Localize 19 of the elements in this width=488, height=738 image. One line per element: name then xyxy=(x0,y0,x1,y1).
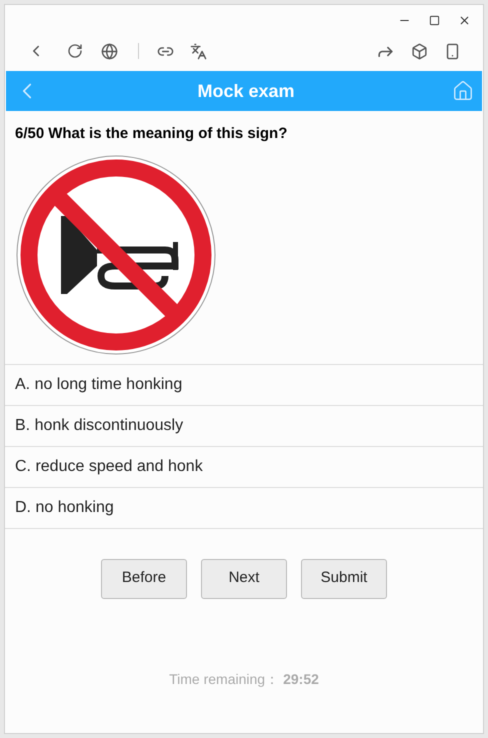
answer-option[interactable]: B. honk discontinuously xyxy=(5,406,483,446)
answer-option[interactable]: C. reduce speed and honk xyxy=(5,446,483,488)
nav-button[interactable]: Next xyxy=(201,558,287,598)
nav-button[interactable]: Submit xyxy=(301,558,387,598)
answer-option[interactable]: A. no long time honking xyxy=(5,364,483,406)
device-icon[interactable] xyxy=(444,42,461,60)
close-icon[interactable] xyxy=(458,14,471,26)
cube-icon[interactable] xyxy=(411,42,428,60)
question-text: What is the meaning of this sign? xyxy=(48,124,288,144)
globe-icon[interactable] xyxy=(101,42,118,60)
timer-value: 29:52 xyxy=(283,670,319,688)
question-number: 6/50 xyxy=(15,124,44,144)
timer-label: Time remaining： xyxy=(169,670,280,689)
translate-icon[interactable] xyxy=(190,42,207,60)
answer-option[interactable]: D. no honking xyxy=(5,488,483,528)
reload-icon[interactable] xyxy=(67,43,83,59)
nav-button[interactable]: Before xyxy=(101,558,187,598)
page-title: Mock exam xyxy=(197,80,295,102)
maximize-icon[interactable] xyxy=(429,14,440,26)
